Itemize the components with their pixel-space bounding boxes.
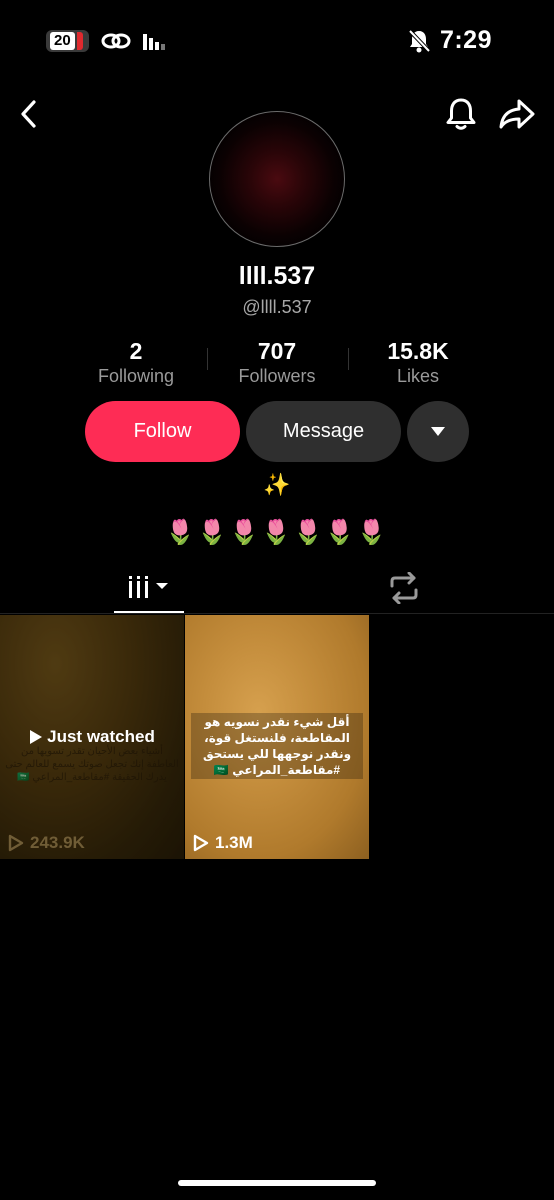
share-icon	[499, 99, 535, 129]
back-chevron-icon	[21, 100, 36, 128]
just-watched-label: Just watched	[47, 727, 155, 746]
grid-bars-icon	[129, 576, 168, 598]
just-watched-badge: Just watched	[0, 727, 184, 747]
repost-icon	[390, 571, 418, 605]
stat-followers[interactable]: 707 Followers	[207, 338, 347, 388]
message-button[interactable]: Message	[246, 401, 401, 462]
bell-muted-icon	[408, 29, 430, 52]
triangle-down-icon	[431, 426, 445, 436]
bio-line-sparkles: ✨	[263, 472, 291, 497]
play-icon	[30, 730, 43, 744]
status-bar: 20 7:29	[0, 0, 554, 84]
more-options-button[interactable]	[407, 401, 469, 462]
share-button[interactable]	[498, 96, 536, 132]
back-button[interactable]	[14, 96, 46, 132]
likes-label: Likes	[396, 366, 440, 386]
bell-icon	[446, 98, 476, 130]
stat-following[interactable]: 2 Following	[66, 338, 206, 388]
view-count-value: 243.9K	[30, 833, 85, 852]
tab-reposts[interactable]	[386, 571, 422, 605]
video-tile[interactable]: أشياء بعض الأحيان تقدر تسويها من العاطفة…	[0, 615, 184, 859]
bio-line-tulips: 🌷🌷🌷🌷🌷🌷🌷	[165, 519, 389, 546]
username-handle: @llll.537	[242, 297, 312, 317]
home-indicator[interactable]	[178, 1180, 376, 1186]
signal-bars-icon	[142, 34, 165, 50]
view-count-value: 1.3M	[215, 833, 253, 852]
stat-likes[interactable]: 15.8K Likes	[348, 338, 488, 388]
view-count: 243.9K	[8, 833, 85, 853]
video-tile[interactable]: أقل شيء نقدر نسويه هو المقاطعة، فلنستغل …	[185, 615, 369, 859]
view-count: 1.3M	[193, 833, 253, 853]
notifications-button[interactable]	[444, 96, 478, 132]
followers-label: Followers	[238, 366, 316, 386]
video-caption: أشياء بعض الأحيان تقدر تسويها من العاطفة…	[5, 746, 179, 783]
tab-divider	[0, 613, 554, 614]
display-name: llll.537	[238, 262, 316, 290]
notification-count-badge: 20	[46, 30, 89, 52]
tab-videos[interactable]	[114, 568, 184, 612]
following-count: 2	[129, 338, 143, 364]
following-label: Following	[97, 366, 175, 386]
clock: 7:29	[439, 26, 492, 54]
notification-count: 20	[50, 32, 75, 50]
play-outline-icon	[193, 834, 209, 852]
followers-count: 707	[257, 338, 297, 364]
likes-count: 15.8K	[387, 338, 449, 364]
play-outline-icon	[8, 834, 24, 852]
video-caption: أقل شيء نقدر نسويه هو المقاطعة، فلنستغل …	[191, 713, 363, 779]
avatar[interactable]	[209, 111, 345, 247]
follow-button[interactable]: Follow	[85, 401, 240, 462]
chain-link-icon	[101, 33, 131, 49]
